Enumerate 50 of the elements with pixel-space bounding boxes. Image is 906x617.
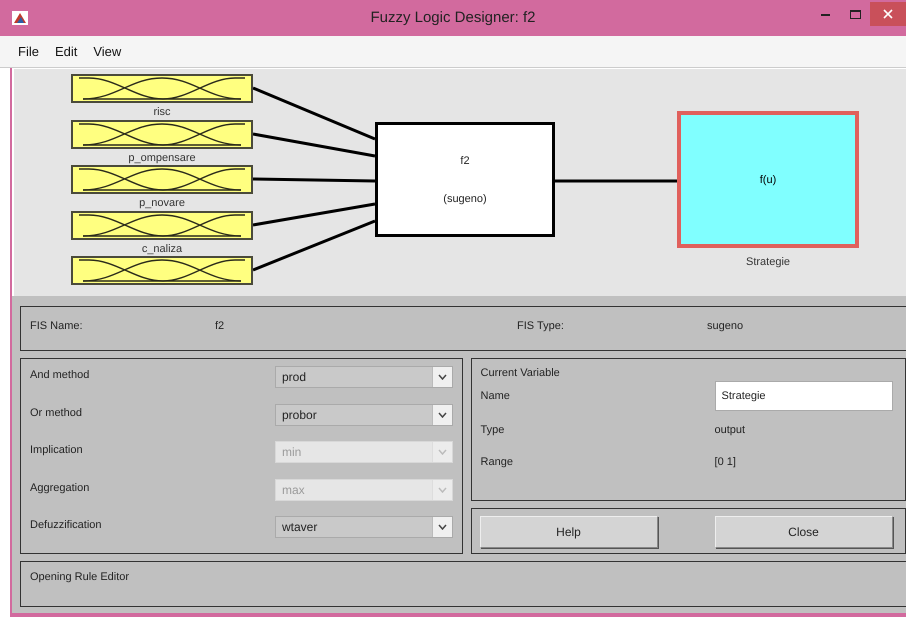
variable-name-field[interactable]: Strategie: [714, 381, 893, 411]
close-icon: [883, 9, 893, 19]
input-variable-label: p_novare: [139, 197, 185, 210]
fis-name-label: FIS Name:: [30, 320, 83, 332]
caret-icon: [438, 374, 447, 380]
window-title: Fuzzy Logic Designer: f2: [370, 9, 536, 26]
panel-title: Current Variable: [480, 367, 560, 379]
input-variable-block[interactable]: [71, 211, 253, 240]
variable-type-value: output: [714, 424, 746, 436]
caret-icon: [438, 524, 447, 530]
fis-type-value: sugeno: [707, 320, 744, 332]
minimize-icon[interactable]: [820, 12, 830, 16]
variable-name-label: Name: [480, 390, 510, 402]
method-dropdown[interactable]: wtaver: [275, 516, 453, 538]
method-label: And method: [30, 369, 90, 381]
caret-icon: [438, 412, 447, 418]
input-variable-block[interactable]: [71, 120, 253, 149]
app-icon[interactable]: [12, 11, 28, 25]
menu-item[interactable]: Edit: [46, 44, 86, 59]
method-label: Or method: [30, 406, 82, 418]
status-message: Opening Rule Editor: [30, 571, 130, 583]
dialog-button[interactable]: Help: [480, 516, 658, 548]
input-variable-block[interactable]: [71, 165, 253, 194]
variable-type-label: Type: [480, 424, 504, 436]
maximize-icon[interactable]: [850, 10, 860, 18]
fis-type-label: FIS Type:: [517, 320, 564, 332]
input-variable-label: risc: [153, 106, 171, 119]
input-variable-block[interactable]: [71, 256, 253, 285]
input-variable-label: p_ompensare: [128, 152, 196, 165]
variable-range-label: Range: [480, 456, 513, 468]
method-label: Implication: [30, 444, 83, 456]
method-label: Defuzzification: [30, 519, 102, 531]
output-variable-label: Strategie: [746, 256, 790, 268]
menu-item[interactable]: File: [10, 44, 47, 59]
caret-icon: [438, 486, 447, 492]
input-variable-block[interactable]: [71, 74, 253, 103]
menu-item[interactable]: View: [85, 44, 130, 59]
caret-icon: [438, 449, 447, 455]
system-name: f2: [459, 155, 471, 167]
close-button[interactable]: [870, 2, 906, 26]
output-variable-block[interactable]: f(u): [677, 111, 859, 248]
dialog-button[interactable]: Close: [714, 516, 893, 548]
fis-system-block[interactable]: f2 (sugeno): [375, 122, 555, 237]
method-dropdown[interactable]: prod: [275, 366, 453, 388]
fis-name-value: f2: [215, 320, 224, 332]
system-type: (sugeno): [442, 193, 488, 205]
method-dropdown[interactable]: probor: [275, 404, 453, 426]
input-variable-label: c_naliza: [142, 243, 182, 256]
variable-range-value: [0 1]: [714, 456, 736, 468]
method-label: Aggregation: [30, 482, 90, 494]
